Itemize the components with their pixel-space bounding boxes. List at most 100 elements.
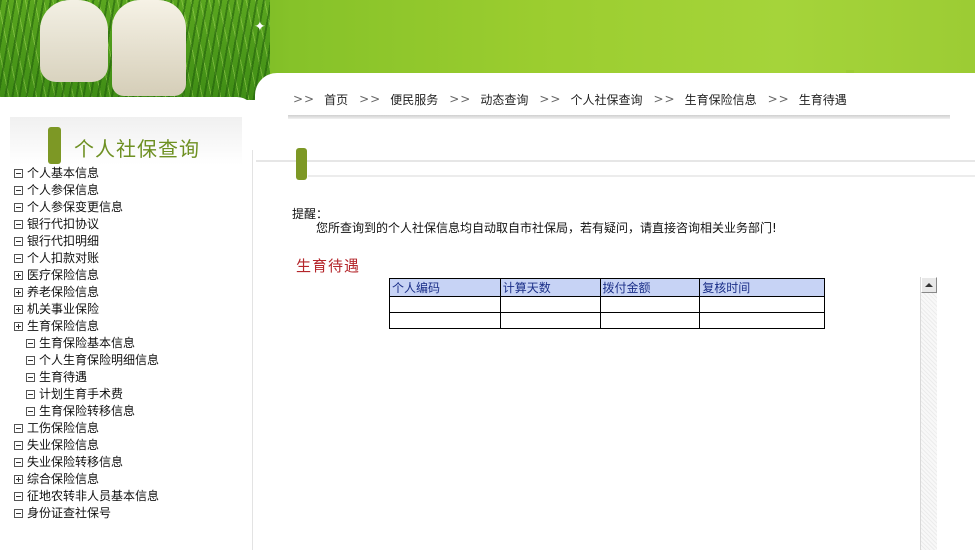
collapse-minus-icon[interactable] — [26, 407, 35, 416]
banner-photo-person — [40, 0, 108, 82]
collapse-minus-icon[interactable] — [14, 509, 23, 518]
notice-text: 您所查询到的个人社保信息均自动取自市社保局，若有疑问，请直接咨询相关业务部门! — [316, 221, 777, 235]
sidebar-item[interactable]: 征地农转非人员基本信息 — [14, 488, 159, 505]
table-cell — [389, 296, 501, 313]
sidebar-item-label[interactable]: 银行代扣明细 — [27, 233, 99, 250]
breadcrumb-link[interactable]: 生育保险信息 — [685, 91, 757, 108]
sidebar-item-label[interactable]: 机关事业保险 — [27, 301, 99, 318]
table-header-row: 个人编码 计算天数 拨付金额 复核时间 — [389, 278, 825, 297]
sparkle-icon: ✦ — [254, 19, 266, 35]
expand-plus-icon[interactable] — [14, 271, 23, 280]
collapse-minus-icon[interactable] — [26, 373, 35, 382]
sidebar-item[interactable]: 银行代扣协议 — [14, 216, 159, 233]
sidebar-item[interactable]: 生育保险信息 — [14, 318, 159, 335]
sidebar-item[interactable]: 个人基本信息 — [14, 165, 159, 182]
table-row — [389, 296, 825, 313]
grass-photo — [0, 0, 270, 100]
collapse-minus-icon[interactable] — [14, 254, 23, 263]
collapse-minus-icon[interactable] — [14, 441, 23, 450]
sidebar-item-label[interactable]: 生育保险基本信息 — [39, 335, 135, 352]
breadcrumb-item: >> 首页 — [293, 91, 359, 108]
sidebar-item[interactable]: 计划生育手术费 — [14, 386, 159, 403]
breadcrumb-separator: >> — [449, 92, 472, 106]
section-divider — [308, 175, 975, 177]
sidebar-item[interactable]: 综合保险信息 — [14, 471, 159, 488]
collapse-minus-icon[interactable] — [14, 186, 23, 195]
sidebar-item-label[interactable]: 个人扣款对账 — [27, 250, 99, 267]
sidebar-item-label[interactable]: 失业保险转移信息 — [27, 454, 123, 471]
table-cell — [599, 312, 701, 329]
table-cell — [389, 312, 501, 329]
table-cell — [699, 296, 825, 313]
page-title: 生育待遇 — [296, 257, 361, 275]
sidebar-item-label[interactable]: 生育保险转移信息 — [39, 403, 135, 420]
sidebar-item-label[interactable]: 医疗保险信息 — [27, 267, 99, 284]
breadcrumb-separator: >> — [539, 92, 562, 106]
collapse-minus-icon[interactable] — [14, 492, 23, 501]
sidebar-item[interactable]: 生育保险基本信息 — [14, 335, 159, 352]
breadcrumb-link[interactable]: 生育待遇 — [799, 91, 847, 108]
collapse-minus-icon[interactable] — [14, 203, 23, 212]
sidebar-item-label[interactable]: 工伤保险信息 — [27, 420, 99, 437]
sidebar-item-label[interactable]: 养老保险信息 — [27, 284, 99, 301]
sidebar-item-label[interactable]: 身份证查社保号 — [27, 505, 111, 522]
sidebar-item[interactable]: 失业保险信息 — [14, 437, 159, 454]
sidebar-item-label[interactable]: 银行代扣协议 — [27, 216, 99, 233]
collapse-minus-icon[interactable] — [14, 237, 23, 246]
column-header: 计算天数 — [499, 278, 601, 297]
sidebar-item-label[interactable]: 个人参保信息 — [27, 182, 99, 199]
table-cell — [599, 296, 701, 313]
collapse-minus-icon[interactable] — [14, 458, 23, 467]
expand-plus-icon[interactable] — [14, 475, 23, 484]
breadcrumb-link[interactable]: 个人社保查询 — [570, 91, 642, 108]
sidebar-item-label[interactable]: 计划生育手术费 — [39, 386, 123, 403]
collapse-minus-icon[interactable] — [14, 220, 23, 229]
column-header: 拨付金额 — [599, 278, 701, 297]
collapse-minus-icon[interactable] — [26, 356, 35, 365]
sidebar-item[interactable]: 身份证查社保号 — [14, 505, 159, 522]
collapse-minus-icon[interactable] — [26, 339, 35, 348]
collapse-minus-icon[interactable] — [14, 424, 23, 433]
expand-plus-icon[interactable] — [14, 288, 23, 297]
collapse-minus-icon[interactable] — [14, 169, 23, 178]
vertical-scrollbar[interactable] — [920, 277, 937, 550]
sidebar-item-label[interactable]: 生育保险信息 — [27, 318, 99, 335]
sidebar-item[interactable]: 个人参保变更信息 — [14, 199, 159, 216]
breadcrumb-link[interactable]: 首页 — [324, 91, 348, 108]
sidebar-item[interactable]: 个人参保信息 — [14, 182, 159, 199]
sidebar-item-label[interactable]: 征地农转非人员基本信息 — [27, 488, 159, 505]
sidebar-item[interactable]: 养老保险信息 — [14, 284, 159, 301]
sidebar-item-label[interactable]: 个人参保变更信息 — [27, 199, 123, 216]
expand-plus-icon[interactable] — [14, 322, 23, 331]
sidebar-item-label[interactable]: 生育待遇 — [39, 369, 87, 386]
sidebar-item-label[interactable]: 综合保险信息 — [27, 471, 99, 488]
sidebar-divider — [252, 150, 253, 550]
sidebar-item[interactable]: 工伤保险信息 — [14, 420, 159, 437]
breadcrumb-link[interactable]: 动态查询 — [480, 91, 528, 108]
table-cell — [499, 296, 601, 313]
breadcrumb-link[interactable]: 便民服务 — [390, 91, 438, 108]
breadcrumb-item: >> 个人社保查询 — [539, 91, 653, 108]
sidebar-tree: 个人基本信息 个人参保信息 个人参保变更信息 银行代扣协议 银行代扣明细 个人扣款对账 医疗… — [14, 165, 159, 522]
breadcrumb-item: >> 生育待遇 — [768, 91, 858, 108]
sidebar-item[interactable]: 生育保险转移信息 — [14, 403, 159, 420]
sidebar-item[interactable]: 个人扣款对账 — [14, 250, 159, 267]
breadcrumb-item: >> 便民服务 — [359, 91, 449, 108]
sidebar-item[interactable]: 失业保险转移信息 — [14, 454, 159, 471]
collapse-minus-icon[interactable] — [26, 390, 35, 399]
banner-photo-person — [112, 0, 186, 96]
breadcrumb-divider — [288, 115, 950, 119]
sidebar-item-label[interactable]: 个人生育保险明细信息 — [39, 352, 159, 369]
sidebar-item[interactable]: 个人生育保险明细信息 — [14, 352, 159, 369]
sidebar-item-label[interactable]: 失业保险信息 — [27, 437, 99, 454]
sidebar-item[interactable]: 生育待遇 — [14, 369, 159, 386]
breadcrumb-item: >> 生育保险信息 — [654, 91, 768, 108]
column-header: 个人编码 — [389, 278, 501, 297]
expand-plus-icon[interactable] — [14, 305, 23, 314]
breadcrumb: >> 首页 >> 便民服务 >> 动态查询 >> 个人社保查询 >> 生育保险信息 >> 生育待遇 — [293, 90, 858, 108]
scroll-up-arrow-icon[interactable] — [921, 277, 937, 293]
sidebar-item[interactable]: 机关事业保险 — [14, 301, 159, 318]
sidebar-item[interactable]: 银行代扣明细 — [14, 233, 159, 250]
sidebar-item[interactable]: 医疗保险信息 — [14, 267, 159, 284]
sidebar-item-label[interactable]: 个人基本信息 — [27, 165, 99, 182]
